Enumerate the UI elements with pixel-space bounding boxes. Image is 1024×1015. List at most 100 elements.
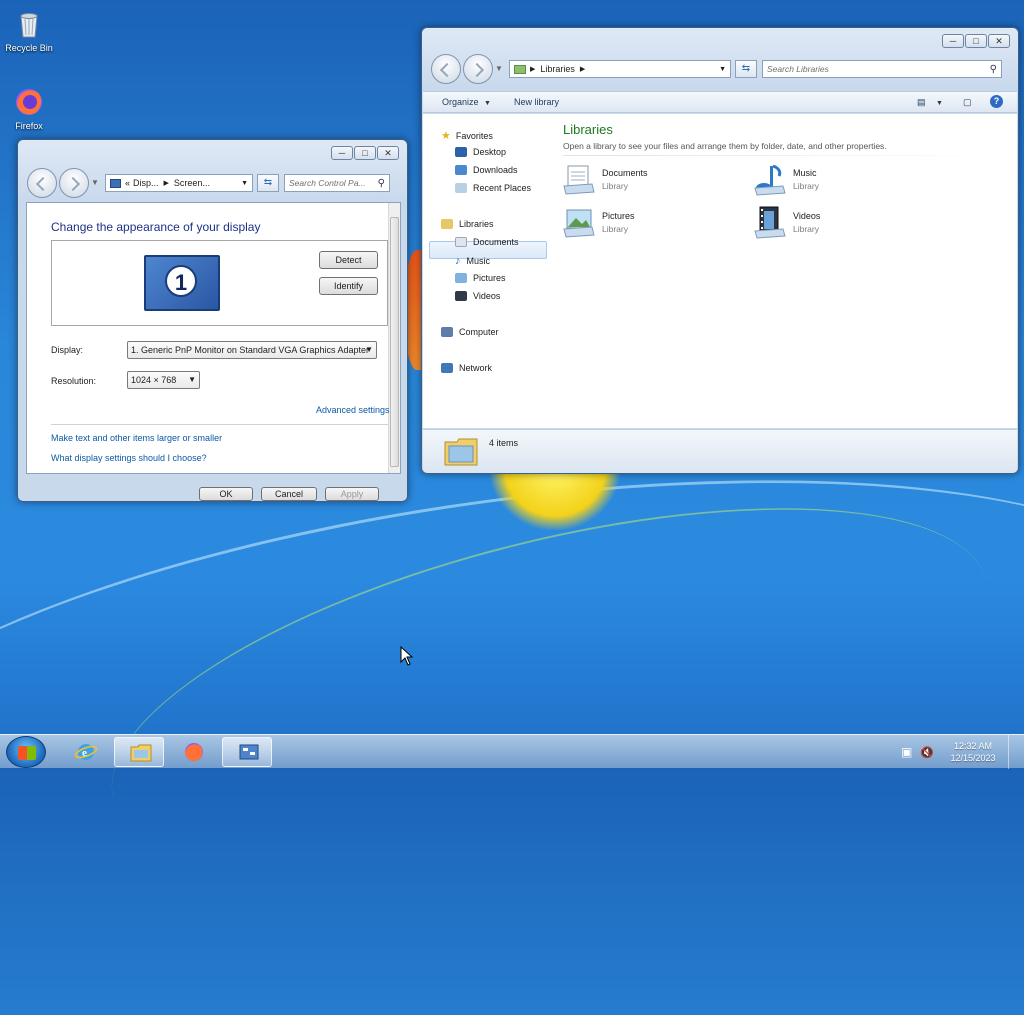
preview-pane-button[interactable]: ▢ xyxy=(963,97,972,108)
search-icon[interactable]: ⚲ xyxy=(378,178,385,189)
svg-text:e: e xyxy=(82,747,87,759)
display-select[interactable]: 1. Generic PnP Monitor on Standard VGA G… xyxy=(127,341,377,359)
nav-item-videos[interactable]: Videos xyxy=(455,291,500,301)
taskbar-control-panel[interactable] xyxy=(222,737,272,767)
show-desktop-button[interactable] xyxy=(1008,735,1020,769)
clock[interactable]: 12:32 AM 12/15/2023 xyxy=(944,740,1002,764)
apply-button[interactable]: Apply xyxy=(325,487,379,501)
ok-button[interactable]: OK xyxy=(199,487,253,501)
documents-icon xyxy=(455,237,467,247)
chevron-down-icon: ▼ xyxy=(188,375,196,384)
breadcrumb-libraries[interactable]: Libraries xyxy=(540,64,575,74)
library-tile-pictures[interactable]: Pictures Library xyxy=(562,205,722,241)
network-status-icon[interactable]: ▣ xyxy=(901,745,912,759)
volume-muted-icon[interactable]: 🔇 xyxy=(920,746,934,759)
refresh-icon: ⇆ xyxy=(741,63,751,74)
search-input[interactable]: Search Libraries ⚲ xyxy=(762,60,1002,78)
maximize-button[interactable]: □ xyxy=(354,146,376,160)
minimize-button[interactable]: ─ xyxy=(942,34,964,48)
caption-buttons: ─ □ ✕ xyxy=(331,146,399,160)
scrollbar-thumb[interactable] xyxy=(390,217,399,467)
videos-icon xyxy=(455,291,467,301)
taskbar-internet-explorer[interactable]: e xyxy=(60,737,110,767)
cancel-button[interactable]: Cancel xyxy=(261,487,317,501)
taskbar-windows-explorer[interactable] xyxy=(114,737,164,767)
nav-item-music[interactable]: ♪ Music xyxy=(455,255,490,267)
close-button[interactable]: ✕ xyxy=(377,146,399,160)
library-type: Library xyxy=(602,181,628,191)
nav-item-recent-places[interactable]: Recent Places xyxy=(455,183,531,193)
nav-item-computer[interactable]: Computer xyxy=(441,327,499,337)
breadcrumb-display[interactable]: Disp... xyxy=(133,178,159,188)
music-library-icon xyxy=(754,164,786,196)
maximize-button[interactable]: □ xyxy=(965,34,987,48)
address-bar[interactable]: ▶ Libraries ▶ ▼ xyxy=(509,60,731,78)
view-options-button[interactable]: ▤ ▼ xyxy=(917,97,943,108)
back-button[interactable] xyxy=(431,54,461,84)
item-count: 4 items xyxy=(489,438,519,448)
nav-item-label: Documents xyxy=(473,237,519,247)
nav-item-pictures[interactable]: Pictures xyxy=(455,273,506,283)
libraries-folder-icon xyxy=(444,438,478,466)
command-bar: Organize ▼ New library ▤ ▼ ▢ ? xyxy=(423,91,1017,113)
monitor-icon[interactable]: 1 xyxy=(144,255,220,311)
taskbar-firefox[interactable] xyxy=(168,737,218,767)
recent-pages-dropdown[interactable]: ▼ xyxy=(91,178,101,188)
nav-item-label: Recent Places xyxy=(473,183,532,193)
desktop-icon-recycle-bin[interactable]: Recycle Bin xyxy=(0,8,64,53)
breadcrumb-screen[interactable]: Screen... xyxy=(174,178,210,188)
recent-pages-dropdown[interactable]: ▼ xyxy=(495,64,505,74)
display-settings-window: ─ □ ✕ ▼ « Disp... ▶ Screen... ▼ ⇆ Search… xyxy=(17,139,408,502)
organize-menu[interactable]: Organize ▼ xyxy=(442,97,491,107)
address-dropdown-icon[interactable]: ▼ xyxy=(241,180,248,187)
navigation-pane: ★ Favorites Desktop Downloads Recent Pla… xyxy=(423,114,551,428)
library-tile-music[interactable]: Music Library xyxy=(753,162,913,198)
new-library-button[interactable]: New library xyxy=(514,97,559,107)
nav-item-libraries[interactable]: Libraries xyxy=(441,219,494,229)
minimize-button[interactable]: ─ xyxy=(331,146,353,160)
firefox-icon xyxy=(185,743,203,762)
breadcrumb-arrow-icon: ▶ xyxy=(163,180,169,187)
text-size-link[interactable]: Make text and other items larger or smal… xyxy=(51,433,222,443)
close-icon: ✕ xyxy=(384,148,392,158)
nav-item-documents[interactable]: Documents xyxy=(455,237,519,247)
clock-time: 12:32 AM xyxy=(953,741,993,751)
downloads-icon xyxy=(455,165,467,175)
minimize-icon: ─ xyxy=(949,36,957,46)
close-button[interactable]: ✕ xyxy=(988,34,1010,48)
help-icon: ? xyxy=(993,96,1000,106)
vertical-scrollbar[interactable] xyxy=(388,203,400,473)
control-panel-icon xyxy=(239,744,259,760)
forward-button[interactable] xyxy=(59,168,89,198)
desktop-icon-firefox[interactable]: Firefox xyxy=(0,86,64,131)
help-button[interactable]: ? xyxy=(990,95,1003,108)
desktop-icon-label: Recycle Bin xyxy=(5,43,53,53)
address-dropdown-icon[interactable]: ▼ xyxy=(719,66,726,73)
nav-item-desktop[interactable]: Desktop xyxy=(455,147,506,157)
refresh-button[interactable]: ⇆ xyxy=(735,60,757,78)
back-button[interactable] xyxy=(27,168,57,198)
nav-item-favorites[interactable]: ★ Favorites xyxy=(441,129,493,142)
network-icon xyxy=(441,363,453,373)
search-icon[interactable]: ⚲ xyxy=(990,64,997,75)
nav-item-label: Downloads xyxy=(473,165,518,175)
forward-button[interactable] xyxy=(463,54,493,84)
internet-explorer-icon: e xyxy=(75,744,97,760)
advanced-settings-link[interactable]: Advanced settings xyxy=(316,405,390,415)
monitor-number: 1 xyxy=(165,265,197,297)
detect-button[interactable]: Detect xyxy=(319,251,378,269)
libraries-folder-icon xyxy=(514,64,526,74)
library-tile-videos[interactable]: Videos Library xyxy=(753,205,913,241)
search-input[interactable]: Search Control Pa... ⚲ xyxy=(284,174,390,192)
library-tile-documents[interactable]: Documents Library xyxy=(562,162,722,198)
display-help-link[interactable]: What display settings should I choose? xyxy=(51,453,207,463)
identify-button[interactable]: Identify xyxy=(319,277,378,295)
start-button[interactable] xyxy=(6,736,46,768)
nav-item-network[interactable]: Network xyxy=(441,363,492,373)
address-bar[interactable]: « Disp... ▶ Screen... ▼ xyxy=(105,174,253,192)
resolution-select[interactable]: 1024 × 768 ▼ xyxy=(127,371,200,389)
nav-item-downloads[interactable]: Downloads xyxy=(455,165,518,175)
libraries-heading: Libraries xyxy=(563,122,613,137)
notification-area: ▣ 🔇 12:32 AM 12/15/2023 xyxy=(901,735,1020,769)
refresh-button[interactable]: ⇆ xyxy=(257,174,279,192)
